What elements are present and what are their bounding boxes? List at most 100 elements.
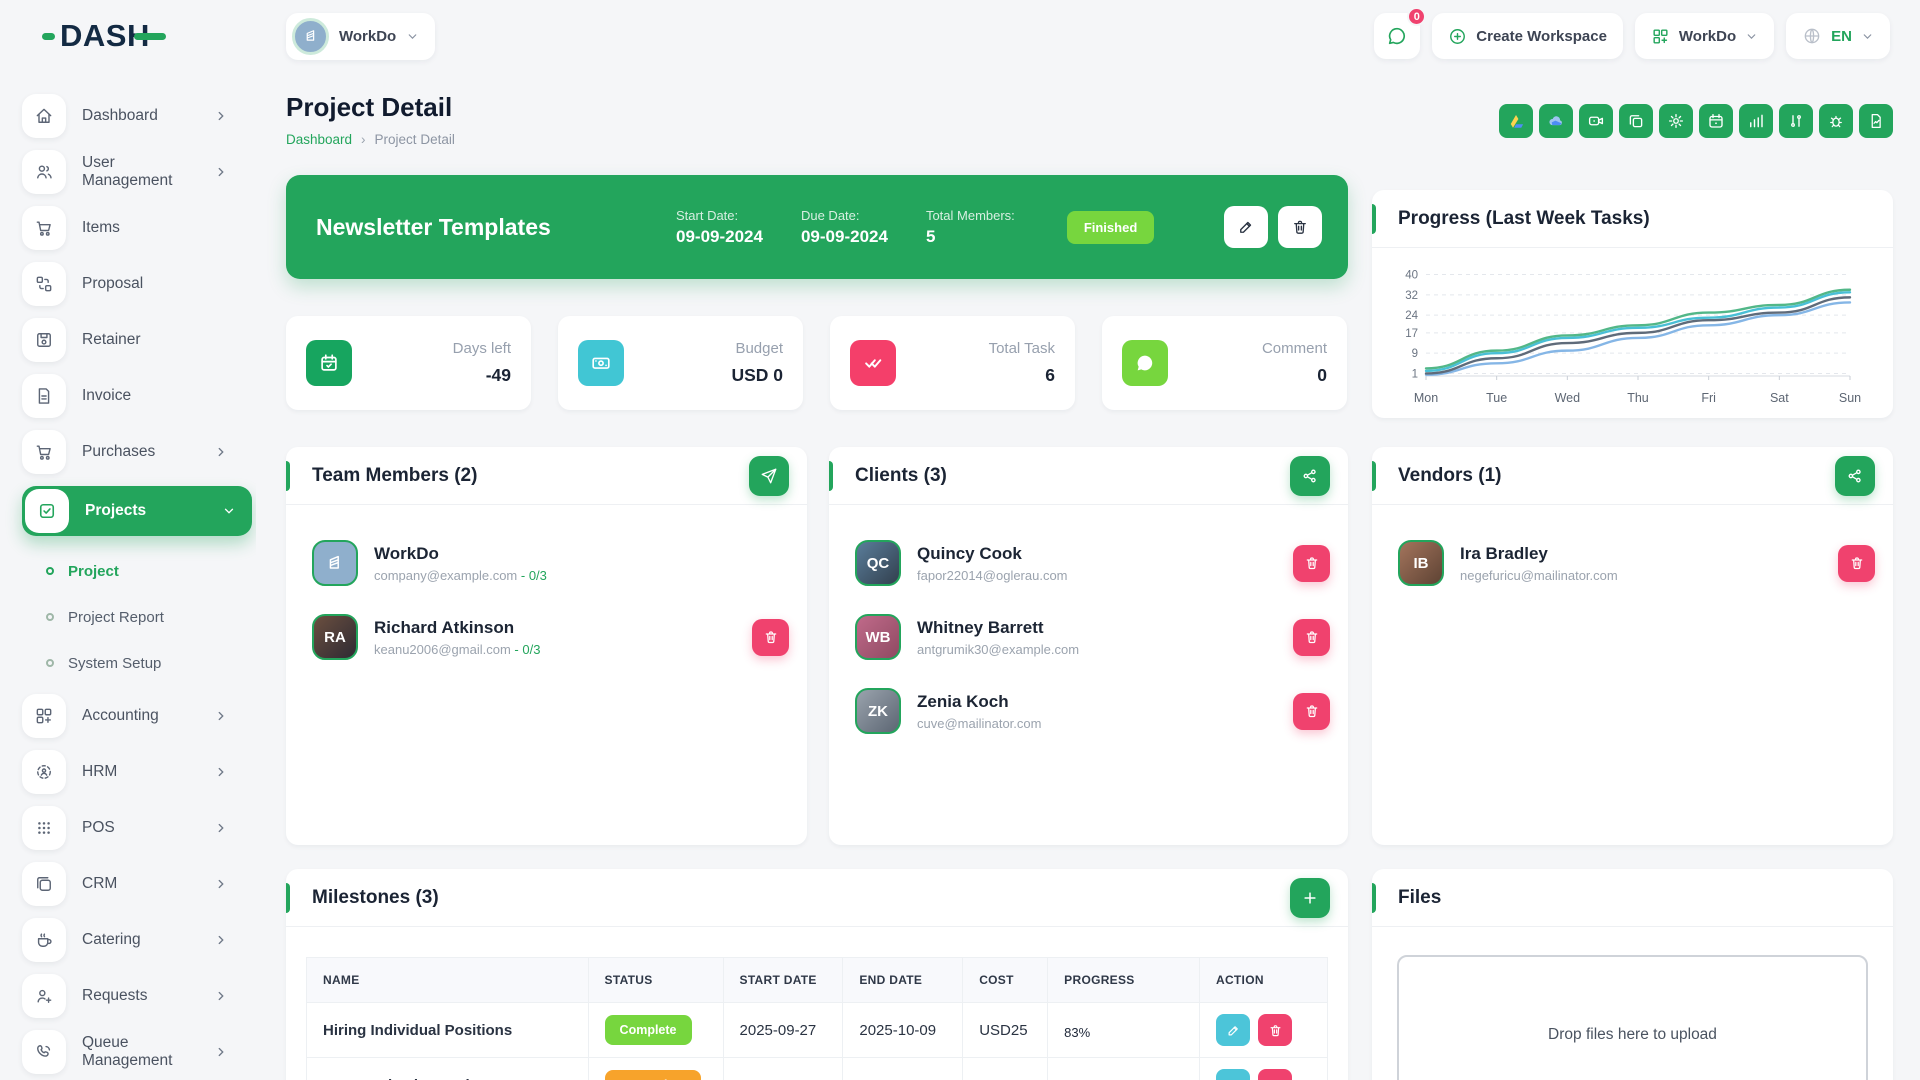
- share-clients-button share-icon[interactable]: [1290, 456, 1330, 496]
- remove-client-button trash-icon[interactable]: [1293, 545, 1330, 582]
- breadcrumb-dashboard-link[interactable]: Dashboard: [286, 132, 352, 147]
- sidebar-item-accounting[interactable]: Accounting: [22, 694, 256, 738]
- bug-report-button bug-icon[interactable]: [1819, 104, 1853, 138]
- sidebar-subitem-project[interactable]: Project: [22, 548, 256, 594]
- home-icon: [22, 94, 66, 138]
- remove-client-button trash-icon[interactable]: [1293, 693, 1330, 730]
- swap-grid-icon: [22, 262, 66, 306]
- workspace-selector[interactable]: WorkDo: [286, 13, 435, 60]
- milestones-header: Milestones (3): [286, 869, 1348, 927]
- project-banner: Newsletter Templates Start Date: 09-09-2…: [286, 175, 1348, 279]
- sidebar-item-pos[interactable]: POS: [22, 806, 256, 850]
- sidebar-subitem-project-report[interactable]: Project Report: [22, 594, 256, 640]
- notification-badge: 0: [1407, 7, 1426, 26]
- delete-milestone-button trash-icon[interactable]: [1258, 1069, 1292, 1080]
- list-item: IB Ira Bradley negefuricu@mailinator.com: [1398, 531, 1875, 595]
- vendors-card: Vendors (1) IB Ira Bradley negefuricu@ma…: [1372, 447, 1893, 845]
- team-members-card: Team Members (2) WorkDo company@example.…: [286, 447, 807, 845]
- quick-actions-toolbar: [1372, 104, 1893, 138]
- col-cost: COST: [963, 958, 1048, 1003]
- globe-icon: [1802, 26, 1822, 46]
- list-item: RA Richard Atkinson keanu2006@gmail.com …: [312, 605, 789, 669]
- clients-header: Clients (3): [829, 447, 1348, 505]
- sidebar-item-catering[interactable]: Catering: [22, 918, 256, 962]
- workspace-switcher-button[interactable]: WorkDo: [1635, 13, 1774, 59]
- google-drive-button google-drive-icon[interactable]: [1499, 104, 1533, 138]
- remove-member-button trash-icon[interactable]: [752, 619, 789, 656]
- topbar: WorkDo 0 Create Workspace WorkDo EN: [256, 0, 1920, 72]
- duplicate-button copy-icon[interactable]: [1619, 104, 1653, 138]
- sidebar-item-hrm[interactable]: HRM: [22, 750, 256, 794]
- onedrive-button cloud-icon[interactable]: [1539, 104, 1573, 138]
- sidebar-item-invoice[interactable]: Invoice: [22, 374, 256, 418]
- sidebar-item-retainer[interactable]: Retainer: [22, 318, 256, 362]
- progress-chart: 4032241791MonTueWedThuFriSatSun: [1372, 248, 1893, 415]
- svg-text:Wed: Wed: [1555, 391, 1581, 405]
- chevron-right-icon: [214, 821, 228, 835]
- sidebar-item-user-management[interactable]: User Management: [22, 150, 256, 194]
- milestone-cost: USD25: [963, 1003, 1048, 1058]
- chevron-right-icon: [214, 1045, 228, 1059]
- chevron-right-icon: [214, 989, 228, 1003]
- sidebar-item-crm[interactable]: CRM: [22, 862, 256, 906]
- files-header: Files: [1372, 869, 1893, 927]
- milestones-table: NAME STATUS START DATE END DATE COST PRO…: [306, 957, 1328, 1080]
- sidebar-item-queue-management[interactable]: Queue Management: [22, 1030, 256, 1074]
- add-milestone-button plus-icon[interactable]: [1290, 878, 1330, 918]
- stat-comment: Comment0: [1102, 316, 1347, 410]
- language-selector[interactable]: EN: [1786, 13, 1890, 59]
- sidebar-item-dashboard[interactable]: Dashboard: [22, 94, 256, 138]
- svg-text:1: 1: [1412, 368, 1418, 380]
- sidebar-item-projects[interactable]: Projects: [22, 486, 252, 536]
- settings-button gear-icon[interactable]: [1659, 104, 1693, 138]
- calendar-button calendar-icon[interactable]: [1699, 104, 1733, 138]
- member-name: Whitney Barrett: [917, 618, 1079, 638]
- edit-milestone-button pencil-icon[interactable]: [1216, 1069, 1250, 1080]
- chevron-down-icon: [406, 30, 419, 43]
- member-name: Zenia Koch: [917, 692, 1041, 712]
- file-dropzone[interactable]: Drop files here to upload: [1397, 955, 1868, 1080]
- svg-text:40: 40: [1405, 270, 1418, 282]
- list-item: ZK Zenia Koch cuve@mailinator.com: [855, 679, 1330, 743]
- analytics-button bar-chart-icon[interactable]: [1739, 104, 1773, 138]
- milestone-status-badge: Complete: [605, 1015, 692, 1045]
- milestone-end: 2025-10-09: [843, 1003, 963, 1058]
- grid-plus-icon: [22, 694, 66, 738]
- sidebar-item-proposal[interactable]: Proposal: [22, 262, 256, 306]
- sidebar-item-items[interactable]: Items: [22, 206, 256, 250]
- sidebar-subitem-system-setup[interactable]: System Setup: [22, 640, 256, 686]
- delete-project-button trash-icon[interactable]: [1278, 206, 1322, 248]
- avatar: QC: [855, 540, 901, 586]
- invite-member-button send-icon[interactable]: [749, 456, 789, 496]
- remove-client-button trash-icon[interactable]: [1293, 619, 1330, 656]
- avatar: RA: [312, 614, 358, 660]
- member-name: Richard Atkinson: [374, 618, 540, 638]
- report-button file-chart-icon[interactable]: [1859, 104, 1893, 138]
- create-workspace-button[interactable]: Create Workspace: [1432, 13, 1623, 59]
- cart-icon: [22, 430, 66, 474]
- stat-days-left: Days left-49: [286, 316, 531, 410]
- sidebar-item-requests[interactable]: Requests: [22, 974, 256, 1018]
- gantt-button gantt-icon[interactable]: [1779, 104, 1813, 138]
- meeting-button video-icon[interactable]: [1579, 104, 1613, 138]
- messages-button chat-icon[interactable]: 0: [1374, 13, 1420, 59]
- member-email: keanu2006@gmail.com - 0/3: [374, 642, 540, 657]
- col-progress: PROGRESS: [1048, 958, 1200, 1003]
- delete-milestone-button trash-icon[interactable]: [1258, 1014, 1292, 1046]
- clients-card: Clients (3) QC Quincy Cook fapor22014@og…: [829, 447, 1348, 845]
- chevron-right-icon: [214, 877, 228, 891]
- calendar-check-icon: [306, 340, 352, 386]
- progress-chart-header: Progress (Last Week Tasks): [1372, 190, 1893, 248]
- user-plus-icon: [22, 974, 66, 1018]
- progress-label: 83%: [1064, 1025, 1183, 1040]
- edit-project-button pencil-icon[interactable]: [1224, 206, 1268, 248]
- svg-text:Thu: Thu: [1627, 391, 1649, 405]
- remove-vendor-button trash-icon[interactable]: [1838, 545, 1875, 582]
- svg-text:Mon: Mon: [1414, 391, 1438, 405]
- sidebar-item-purchases[interactable]: Purchases: [22, 430, 256, 474]
- chevron-right-icon: [214, 765, 228, 779]
- edit-milestone-button pencil-icon[interactable]: [1216, 1014, 1250, 1046]
- brand-logo[interactable]: DASH: [0, 0, 256, 72]
- share-vendors-button share-icon[interactable]: [1835, 456, 1875, 496]
- milestone-start: 2025-10-09: [723, 1058, 843, 1080]
